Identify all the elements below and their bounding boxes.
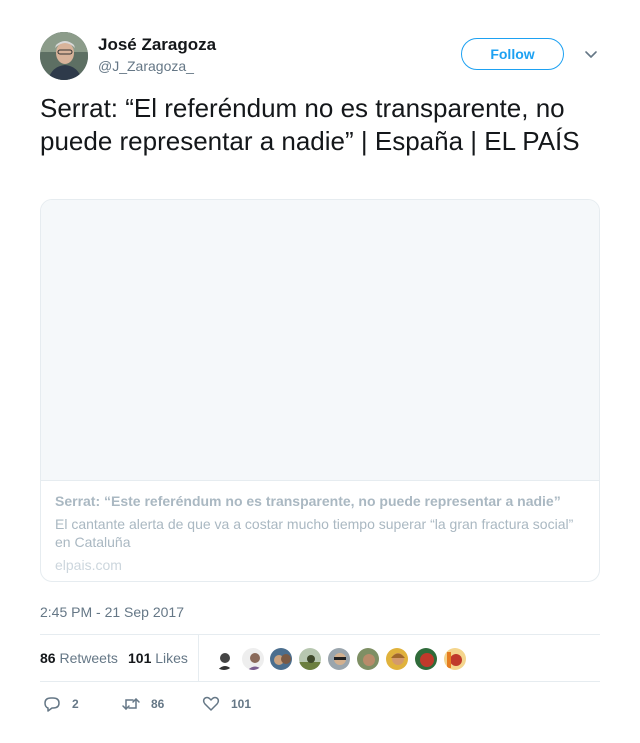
tweet-text: Serrat: “El referéndum no es transparent…	[40, 93, 580, 156]
likes-stat[interactable]: 101 Likes	[128, 650, 188, 666]
liker-avatar[interactable]	[298, 647, 322, 671]
stats-bar: 86 Retweets 101 Likes	[40, 634, 600, 682]
liker-avatar[interactable]	[356, 647, 380, 671]
tweet-timestamp[interactable]: 2:45 PM - 21 Sep 2017	[40, 604, 184, 620]
reply-button[interactable]: 2	[42, 694, 79, 714]
retweets-stat[interactable]: 86 Retweets	[40, 650, 118, 666]
heart-icon	[202, 696, 220, 711]
avatar[interactable]	[40, 32, 88, 80]
liker-avatar[interactable]	[443, 647, 467, 671]
liker-avatar[interactable]	[241, 647, 265, 671]
reply-count: 2	[72, 697, 79, 711]
retweets-label: Retweets	[59, 650, 118, 666]
retweet-button[interactable]: 86	[121, 694, 164, 714]
card-domain: elpais.com	[55, 557, 122, 573]
likes-label: Likes	[155, 650, 188, 666]
liker-avatar[interactable]	[385, 647, 409, 671]
liker-avatar[interactable]	[327, 647, 351, 671]
follow-button[interactable]: Follow	[461, 38, 564, 70]
card-title: Serrat: “Este referéndum no es transpare…	[55, 493, 561, 509]
like-button[interactable]: 101	[201, 694, 251, 714]
reply-icon	[44, 697, 60, 712]
stats-divider	[198, 635, 199, 681]
liker-avatar[interactable]	[269, 647, 293, 671]
liker-avatar[interactable]	[414, 647, 438, 671]
chevron-down-icon[interactable]	[583, 46, 599, 62]
tweet: José Zaragoza @J_Zaragoza_ Follow Serrat…	[40, 0, 600, 743]
liker-avatar[interactable]	[212, 647, 236, 671]
card-image[interactable]	[41, 200, 599, 480]
card-description: El cantante alerta de que va a costar mu…	[55, 516, 574, 550]
card-body[interactable]: Serrat: “Este referéndum no es transpare…	[41, 480, 599, 581]
like-count: 101	[231, 697, 252, 711]
retweets-count: 86	[40, 650, 56, 666]
user-handle[interactable]: @J_Zaragoza_	[98, 58, 194, 74]
retweet-icon	[122, 698, 140, 710]
link-card[interactable]: Serrat: “Este referéndum no es transpare…	[40, 199, 600, 582]
retweet-count: 86	[151, 697, 165, 711]
user-name[interactable]: José Zaragoza	[98, 35, 216, 55]
tweet-actions: 2 86 101	[40, 690, 600, 718]
likes-count: 101	[128, 650, 152, 666]
